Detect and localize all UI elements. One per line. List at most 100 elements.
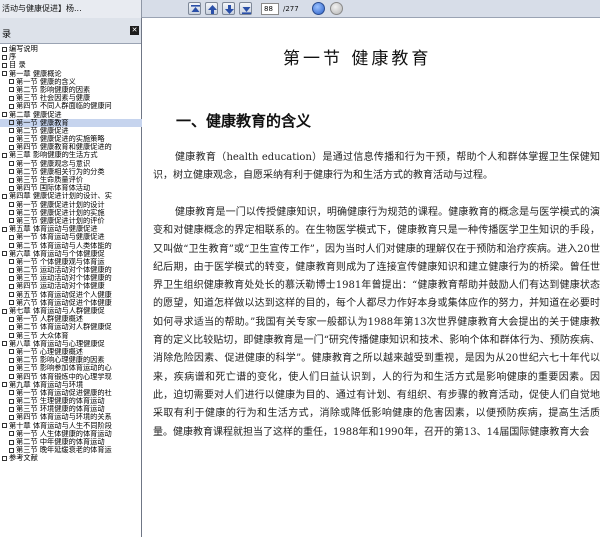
outline-item[interactable]: 第二节 健康促进计划的实施 <box>0 209 142 217</box>
bookmark-icon <box>9 177 14 183</box>
first-page-icon[interactable] <box>188 2 201 15</box>
outline-item[interactable]: 编写说明 <box>0 45 142 53</box>
bookmark-icon <box>9 128 14 134</box>
outline-item[interactable]: 第四节 运动活动对个体健康 <box>0 282 142 290</box>
bookmark-icon <box>2 341 7 347</box>
outline-item[interactable]: 第一节 人群健康概述 <box>0 315 142 323</box>
outline-item[interactable]: 第二节 中年健康的体育运动 <box>0 438 142 446</box>
outline-item[interactable]: 第五节 体育运动促进个人健康 <box>0 291 142 299</box>
bookmark-icon <box>9 406 14 412</box>
outline-item-label: 第二节 中年健康的体育运动 <box>16 438 105 446</box>
outline-item[interactable]: 第六节 体育运动促进个体健康 <box>0 299 142 307</box>
outline-item-label: 第一节 人生体健康的体育运动 <box>16 429 112 438</box>
outline-item-label: 第一节 健康观念与意识 <box>16 159 91 168</box>
outline-item[interactable]: 第二节 运动活动对个体健康的 <box>0 266 142 274</box>
outline-item[interactable]: 第一节 健康的含义 <box>0 78 142 86</box>
outline-item-label: 第二节 健康促进 <box>16 126 69 135</box>
bookmark-icon <box>9 439 14 445</box>
bookmark-icon <box>9 218 14 224</box>
outline-sidebar: 录 ✕ 编写说明序目 录第一章 健康概论 第一节 健康的含义 第二节 影响健康的因素… <box>0 18 142 537</box>
outline-item[interactable]: 第七章 体育运动与人群健康促 <box>0 307 142 315</box>
outline-item[interactable]: 第二节 体育运动对人群健康促 <box>0 323 142 331</box>
outline-item[interactable]: 第一节 人生体健康的体育运动 <box>0 430 142 438</box>
outline-item[interactable]: 第二节 健康相关行为的分类 <box>0 168 142 176</box>
next-page-icon[interactable] <box>222 2 235 15</box>
outline-item[interactable]: 第一节 体育运动促进健康的社 <box>0 389 142 397</box>
outline-item-label: 第九章 体育运动与环境 <box>9 380 84 389</box>
page-total-label: /277 <box>283 5 299 13</box>
outline-item[interactable]: 第一章 健康概论 <box>0 70 142 78</box>
outline-item[interactable]: 第六章 体育运动与个体健康促 <box>0 250 142 258</box>
outline-item[interactable]: 第八章 体育运动与心理健康促 <box>0 340 142 348</box>
outline-item-label: 第二节 健康相关行为的分类 <box>16 167 105 176</box>
outline-item[interactable]: 第一节 心理健康概述 <box>0 348 142 356</box>
outline-item-label: 第二节 体育运动与人类体能的 <box>16 241 112 250</box>
outline-item[interactable]: 第三节 社会因素与健康 <box>0 94 142 102</box>
outline-item[interactable]: 第三节 晚年延缓衰老的体育运 <box>0 446 142 454</box>
outline-item-label: 第五章 体育运动与健康促进 <box>9 225 98 234</box>
outline-item[interactable]: 序 <box>0 53 142 61</box>
outline-item-label: 第五节 体育运动促进个人健康 <box>16 290 112 299</box>
outline-item-label: 第一节 体育运动促进健康的社 <box>16 388 112 397</box>
last-page-icon[interactable] <box>239 2 252 15</box>
bookmark-icon <box>9 267 14 273</box>
close-icon[interactable]: ✕ <box>130 26 139 35</box>
navigate-forward-icon[interactable] <box>312 2 325 15</box>
outline-item[interactable]: 第三节 健康促进计划的评价 <box>0 217 142 225</box>
outline-item[interactable]: 第三节 生命质量评价 <box>0 176 142 184</box>
outline-item[interactable]: 第三节 环境健康的体育运动 <box>0 405 142 413</box>
outline-item[interactable]: 第一节 健康观念与意识 <box>0 160 142 168</box>
outline-item-label: 第四节 运动活动对个体健康 <box>16 282 105 291</box>
document-tab[interactable]: 活动与健康促进】杨... <box>0 0 142 18</box>
outline-item-label: 第四节 体育锻炼中的心理学现 <box>16 372 112 381</box>
bookmark-icon <box>9 316 14 322</box>
outline-item[interactable]: 第四节 体育运动与环境的关系 <box>0 413 142 421</box>
outline-item[interactable]: 第二章 健康促进 <box>0 111 142 119</box>
bookmark-icon <box>9 357 14 363</box>
outline-item[interactable]: 第四节 不同人群面临的健康问 <box>0 102 142 110</box>
bookmark-icon <box>9 103 14 109</box>
outline-item[interactable]: 第三节 影响参加体育运动的心 <box>0 364 142 372</box>
outline-item-label: 第三节 影响参加体育运动的心 <box>16 364 112 373</box>
bookmark-icon <box>9 136 14 142</box>
outline-item[interactable]: 第一节 体育运动与健康促进 <box>0 233 142 241</box>
bookmark-icon <box>2 455 7 461</box>
outline-item[interactable]: 第一节 健康教育 <box>0 118 142 127</box>
outline-item-label: 第二节 运动活动对个体健康的 <box>16 266 112 275</box>
outline-item[interactable]: 第四节 健康教育和健康促进的 <box>0 143 142 151</box>
outline-item[interactable]: 第四章 健康促进计划的设计、实 <box>0 192 142 200</box>
outline-item[interactable]: 第二节 健康促进 <box>0 127 142 135</box>
outline-item[interactable]: 第三章 影响健康的生活方式 <box>0 151 142 159</box>
outline-item[interactable]: 第一节 个体健康观与体育运 <box>0 258 142 266</box>
outline-item[interactable]: 第三节 健康促进的实施策略 <box>0 135 142 143</box>
outline-item-label: 第一节 人群健康概述 <box>16 315 83 324</box>
bookmark-icon <box>9 120 14 126</box>
bookmark-icon <box>9 259 14 265</box>
bookmark-icon <box>2 46 7 52</box>
outline-item[interactable]: 第五章 体育运动与健康促进 <box>0 225 142 233</box>
sidebar-title: 录 <box>2 30 12 40</box>
outline-item[interactable]: 第三节 大众体育 <box>0 332 142 340</box>
document-page: 第一节 健康教育 一、健康教育的含义 健康教育（health education… <box>143 18 600 537</box>
outline-item-label: 第二章 健康促进 <box>9 110 62 119</box>
outline-item-label: 第三节 健康促进计划的评价 <box>16 216 105 225</box>
outline-item[interactable]: 第四节 体育锻炼中的心理学现 <box>0 373 142 381</box>
previous-page-icon[interactable] <box>205 2 218 15</box>
outline-item[interactable]: 第二节 影响健康的因素 <box>0 86 142 94</box>
bookmark-icon <box>9 169 14 175</box>
bookmark-icon <box>2 152 7 158</box>
bookmark-icon <box>2 382 7 388</box>
outline-item[interactable]: 第四节 国际体育体活动 <box>0 184 142 192</box>
outline-item[interactable]: 第九章 体育运动与环境 <box>0 381 142 389</box>
page-number-input[interactable]: 88 <box>261 3 279 15</box>
outline-item[interactable]: 参考文献 <box>0 454 142 462</box>
outline-item[interactable]: 第二节 影响心理健康的因素 <box>0 356 142 364</box>
outline-item[interactable]: 第一节 健康促进计划的设计 <box>0 201 142 209</box>
outline-item[interactable]: 第十章 体育运动与人生不同阶段 <box>0 422 142 430</box>
outline-item-label: 第一节 健康教育 <box>16 118 69 127</box>
outline-item[interactable]: 第三节 运动活动对个体健康的 <box>0 274 142 282</box>
outline-item[interactable]: 目 录 <box>0 61 142 69</box>
outline-item-label: 第二节 体育运动对人群健康促 <box>16 323 112 332</box>
outline-item[interactable]: 第二节 生理健康的体育运动 <box>0 397 142 405</box>
outline-item[interactable]: 第二节 体育运动与人类体能的 <box>0 242 142 250</box>
